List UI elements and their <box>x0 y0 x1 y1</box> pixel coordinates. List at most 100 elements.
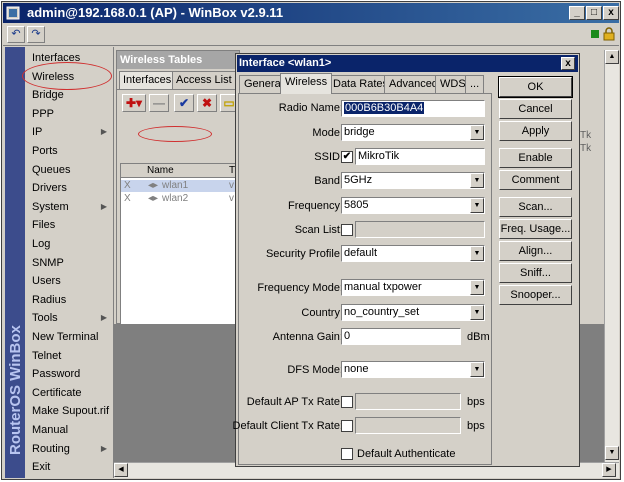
mode-select[interactable]: bridge ▼ <box>341 124 485 141</box>
chevron-down-icon[interactable]: ▼ <box>470 280 484 295</box>
sidebar-item-queues[interactable]: Queues <box>26 161 113 179</box>
chevron-down-icon[interactable]: ▼ <box>470 173 484 188</box>
chevron-down-icon[interactable]: ▼ <box>470 125 484 140</box>
routeros-brand-strip: RouterOS WinBox <box>5 47 25 478</box>
annotation-ring-wireless <box>22 62 112 90</box>
scroll-left-icon[interactable]: ◀ <box>114 463 128 477</box>
tab-access-list[interactable]: Access List <box>172 71 236 89</box>
enable-button[interactable]: Enable <box>499 148 572 168</box>
sidebar-item-label: Routing <box>32 442 70 455</box>
band-select[interactable]: 5GHz ▼ <box>341 172 485 189</box>
cancel-button[interactable]: Cancel <box>499 99 572 119</box>
maximize-button[interactable]: □ <box>586 6 602 20</box>
sidebar-item-files[interactable]: Files <box>26 216 113 234</box>
sidebar-item-certificate[interactable]: Certificate <box>26 384 113 402</box>
default-authenticate-checkbox[interactable] <box>341 448 353 460</box>
sidebar-item-label: Users <box>32 275 61 288</box>
sidebar-item-make-supout-rif[interactable]: Make Supout.rif <box>26 402 113 420</box>
default-ap-tx-rate-label: Default AP Tx Rate: <box>246 396 343 408</box>
background-list-fragment: Tk <box>580 130 592 141</box>
sidebar-item-manual[interactable]: Manual <box>26 421 113 439</box>
sidebar-item-tools[interactable]: Tools ▶ <box>26 309 113 327</box>
dialog-title-bar[interactable]: Interface <wlan1> x <box>237 55 578 72</box>
wireless-tables-title[interactable]: Wireless Tables <box>117 51 239 69</box>
sniff-button[interactable]: Sniff... <box>499 263 572 283</box>
ssid-field[interactable]: MikroTik <box>355 148 485 165</box>
scan-button[interactable]: Scan... <box>499 197 572 217</box>
sidebar-item-label: IP <box>32 126 43 139</box>
sidebar-item-ports[interactable]: Ports <box>26 142 113 160</box>
sidebar-item-label: Tools <box>32 312 58 325</box>
sidebar-item-users[interactable]: Users <box>26 272 113 290</box>
comment-button[interactable]: Comment <box>499 170 572 190</box>
row-flag: X <box>124 193 131 204</box>
snooper-button[interactable]: Snooper... <box>499 285 572 305</box>
column-name[interactable]: Name <box>147 164 174 177</box>
remove-icon[interactable]: — <box>149 94 169 112</box>
add-icon[interactable]: ✚▾ <box>122 94 146 112</box>
window-title: admin@192.168.0.1 (AP) - WinBox v2.9.11 <box>27 5 284 20</box>
apply-button[interactable]: Apply <box>499 121 572 141</box>
sidebar-item-label: Manual <box>32 424 69 436</box>
row-name: wlan1 <box>162 180 189 191</box>
ssid-label: SSID: <box>314 151 343 163</box>
dfs-mode-select[interactable]: none ▼ <box>341 361 485 378</box>
sidebar-item-ip[interactable]: IP ▶ <box>26 123 113 141</box>
sidebar-item-drivers[interactable]: Drivers <box>26 179 113 197</box>
chevron-down-icon[interactable]: ▼ <box>470 362 484 377</box>
chevron-down-icon[interactable]: ▼ <box>470 198 484 213</box>
wireless-interface-icon: ◂▸ <box>148 180 159 191</box>
default-client-tx-rate-label: Default Client Tx Rate: <box>232 420 343 432</box>
ssid-checkbox[interactable]: ✔ <box>341 151 353 163</box>
default-client-tx-rate-field[interactable] <box>355 417 461 434</box>
chevron-down-icon[interactable]: ▼ <box>470 305 484 320</box>
tab-more[interactable]: ... <box>465 75 485 93</box>
sidebar-item-label: Drivers <box>32 182 67 195</box>
minimize-button[interactable]: _ <box>569 6 585 20</box>
sidebar-item-exit[interactable]: Exit <box>26 458 113 476</box>
frequency-label: Frequency: <box>287 200 343 212</box>
scroll-right-icon[interactable]: ▶ <box>602 463 616 477</box>
scroll-up-icon[interactable]: ▲ <box>605 50 619 64</box>
wireless-interface-icon: ◂▸ <box>148 193 159 204</box>
winbox-window: admin@192.168.0.1 (AP) - WinBox v2.9.11 … <box>1 1 621 480</box>
security-profile-select[interactable]: default ▼ <box>341 245 485 262</box>
frequency-select[interactable]: 5805 ▼ <box>341 197 485 214</box>
sidebar-item-telnet[interactable]: Telnet <box>26 347 113 365</box>
sidebar-item-routing[interactable]: Routing ▶ <box>26 440 113 458</box>
scan-list-field[interactable] <box>355 221 485 238</box>
antenna-gain-field[interactable]: 0 <box>341 328 461 345</box>
ok-button[interactable]: OK <box>498 76 573 98</box>
default-client-tx-rate-unit: bps <box>467 420 485 432</box>
chevron-down-icon[interactable]: ▼ <box>470 246 484 261</box>
dialog-close-button[interactable]: x <box>561 57 575 70</box>
radio-name-field[interactable]: 000B6B30B4A4 <box>341 100 485 117</box>
scan-list-checkbox[interactable] <box>341 224 353 236</box>
title-bar[interactable]: admin@192.168.0.1 (AP) - WinBox v2.9.11 … <box>3 3 619 23</box>
sidebar-item-system[interactable]: System ▶ <box>26 198 113 216</box>
close-button[interactable]: x <box>603 6 619 20</box>
vertical-scrollbar[interactable]: ▲ ▼ <box>604 50 619 462</box>
sidebar-item-snmp[interactable]: SNMP <box>26 254 113 272</box>
default-ap-tx-rate-field[interactable] <box>355 393 461 410</box>
redo-icon[interactable]: ↷ <box>27 26 45 43</box>
freq-usage-button[interactable]: Freq. Usage... <box>499 219 572 239</box>
enable-icon[interactable]: ✔ <box>174 94 194 112</box>
scroll-down-icon[interactable]: ▼ <box>605 446 619 460</box>
sidebar-item-label: Exit <box>32 461 51 474</box>
sidebar-item-new-terminal[interactable]: New Terminal <box>26 328 113 346</box>
frequency-mode-select[interactable]: manual txpower ▼ <box>341 279 485 296</box>
sidebar-item-label: New Terminal <box>32 331 99 343</box>
sidebar-item-ppp[interactable]: PPP <box>26 105 113 123</box>
default-ap-tx-rate-checkbox[interactable] <box>341 396 353 408</box>
sidebar-item-log[interactable]: Log <box>26 235 113 253</box>
default-client-tx-rate-checkbox[interactable] <box>341 420 353 432</box>
sidebar-item-radius[interactable]: Radius <box>26 291 113 309</box>
country-select[interactable]: no_country_set ▼ <box>341 304 485 321</box>
tab-interfaces[interactable]: Interfaces <box>119 71 176 89</box>
sidebar-item-password[interactable]: Password <box>26 365 113 383</box>
undo-icon[interactable]: ↶ <box>7 26 25 43</box>
align-button[interactable]: Align... <box>499 241 572 261</box>
tab-wireless[interactable]: Wireless <box>280 73 333 94</box>
annotation-ring-wlan1 <box>138 126 212 142</box>
